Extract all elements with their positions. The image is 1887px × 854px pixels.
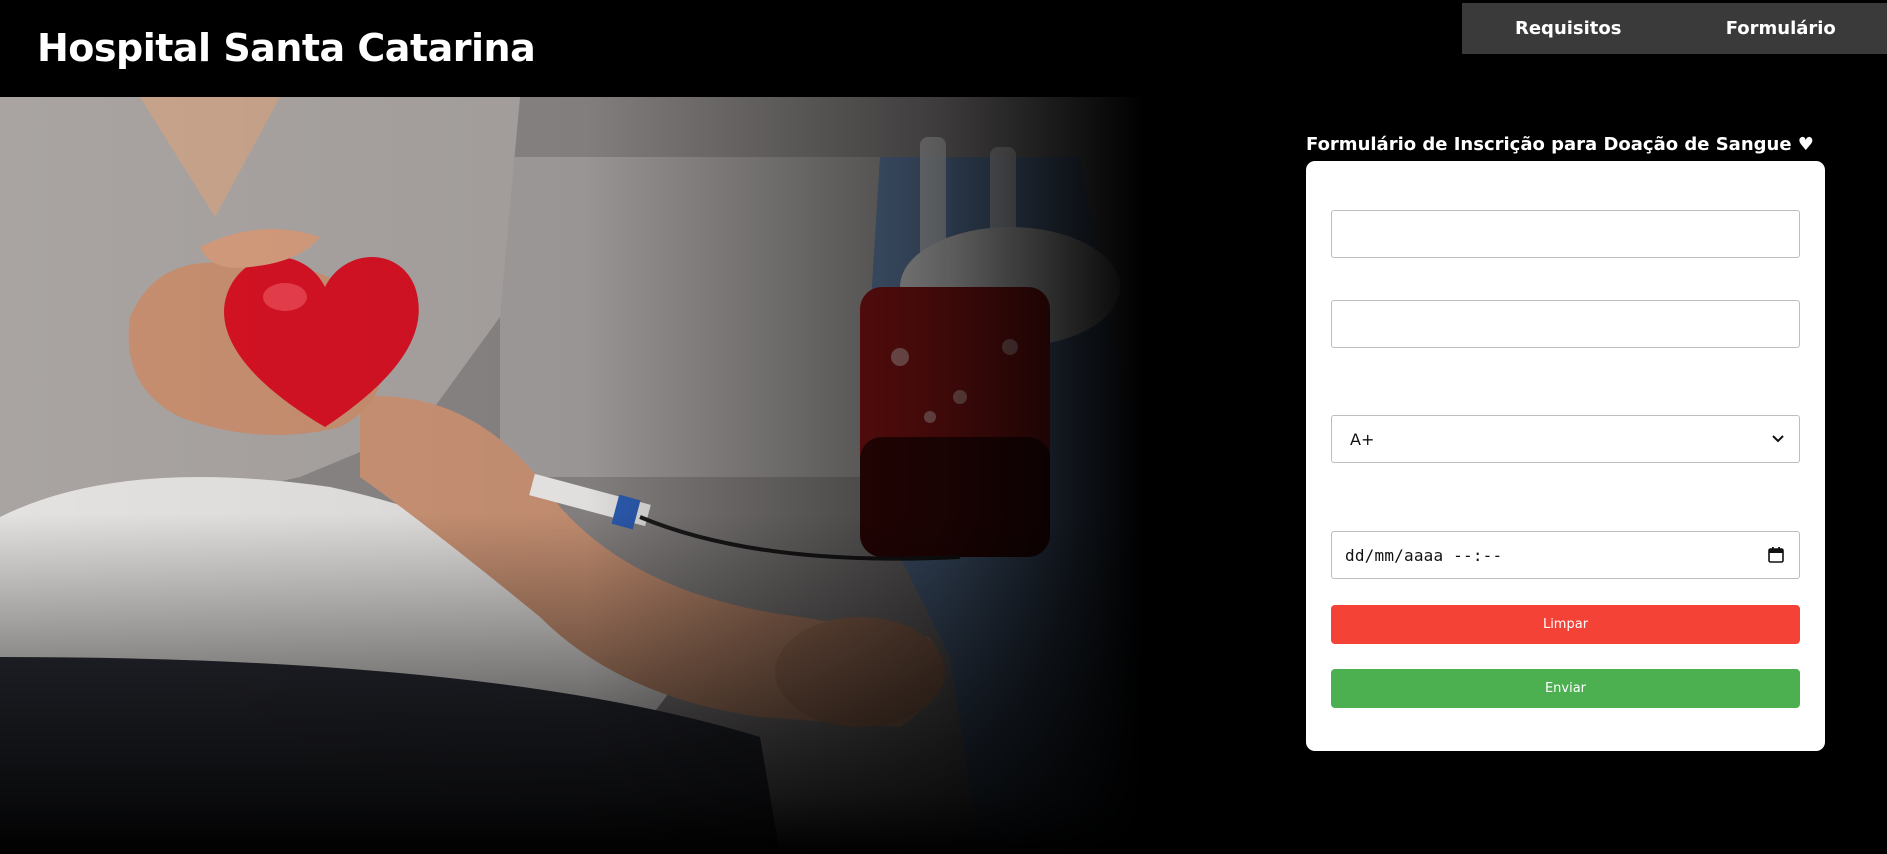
name-input[interactable] — [1332, 211, 1799, 257]
site-title: Hospital Santa Catarina — [37, 26, 536, 70]
name-field[interactable] — [1331, 210, 1800, 258]
email-input[interactable] — [1332, 301, 1799, 347]
submit-button[interactable]: Enviar — [1331, 669, 1800, 708]
site-header: Hospital Santa Catarina Requisitos Formu… — [0, 0, 1887, 97]
nav-link-requisitos[interactable]: Requisitos — [1462, 3, 1675, 54]
nav-link-formulario[interactable]: Formulário — [1675, 3, 1887, 54]
email-field[interactable] — [1331, 300, 1800, 348]
donation-form: A+ dd/mm/aaaa --:-- Limpar Enviar — [1306, 161, 1825, 751]
blood-type-select[interactable]: A+ — [1331, 415, 1800, 463]
main-nav: Requisitos Formulário — [1462, 3, 1887, 54]
clear-button[interactable]: Limpar — [1331, 605, 1800, 644]
chevron-down-icon — [1771, 432, 1785, 446]
donation-datetime-field[interactable]: dd/mm/aaaa --:-- — [1331, 531, 1800, 579]
hero-dark-overlay — [0, 97, 1300, 854]
datetime-placeholder: dd/mm/aaaa --:-- — [1345, 545, 1503, 565]
calendar-icon[interactable] — [1767, 546, 1785, 564]
blood-type-selected-value: A+ — [1350, 429, 1375, 449]
form-heading: Formulário de Inscrição para Doação de S… — [1306, 134, 1814, 155]
hero-image-blood-donation — [0, 97, 1300, 854]
